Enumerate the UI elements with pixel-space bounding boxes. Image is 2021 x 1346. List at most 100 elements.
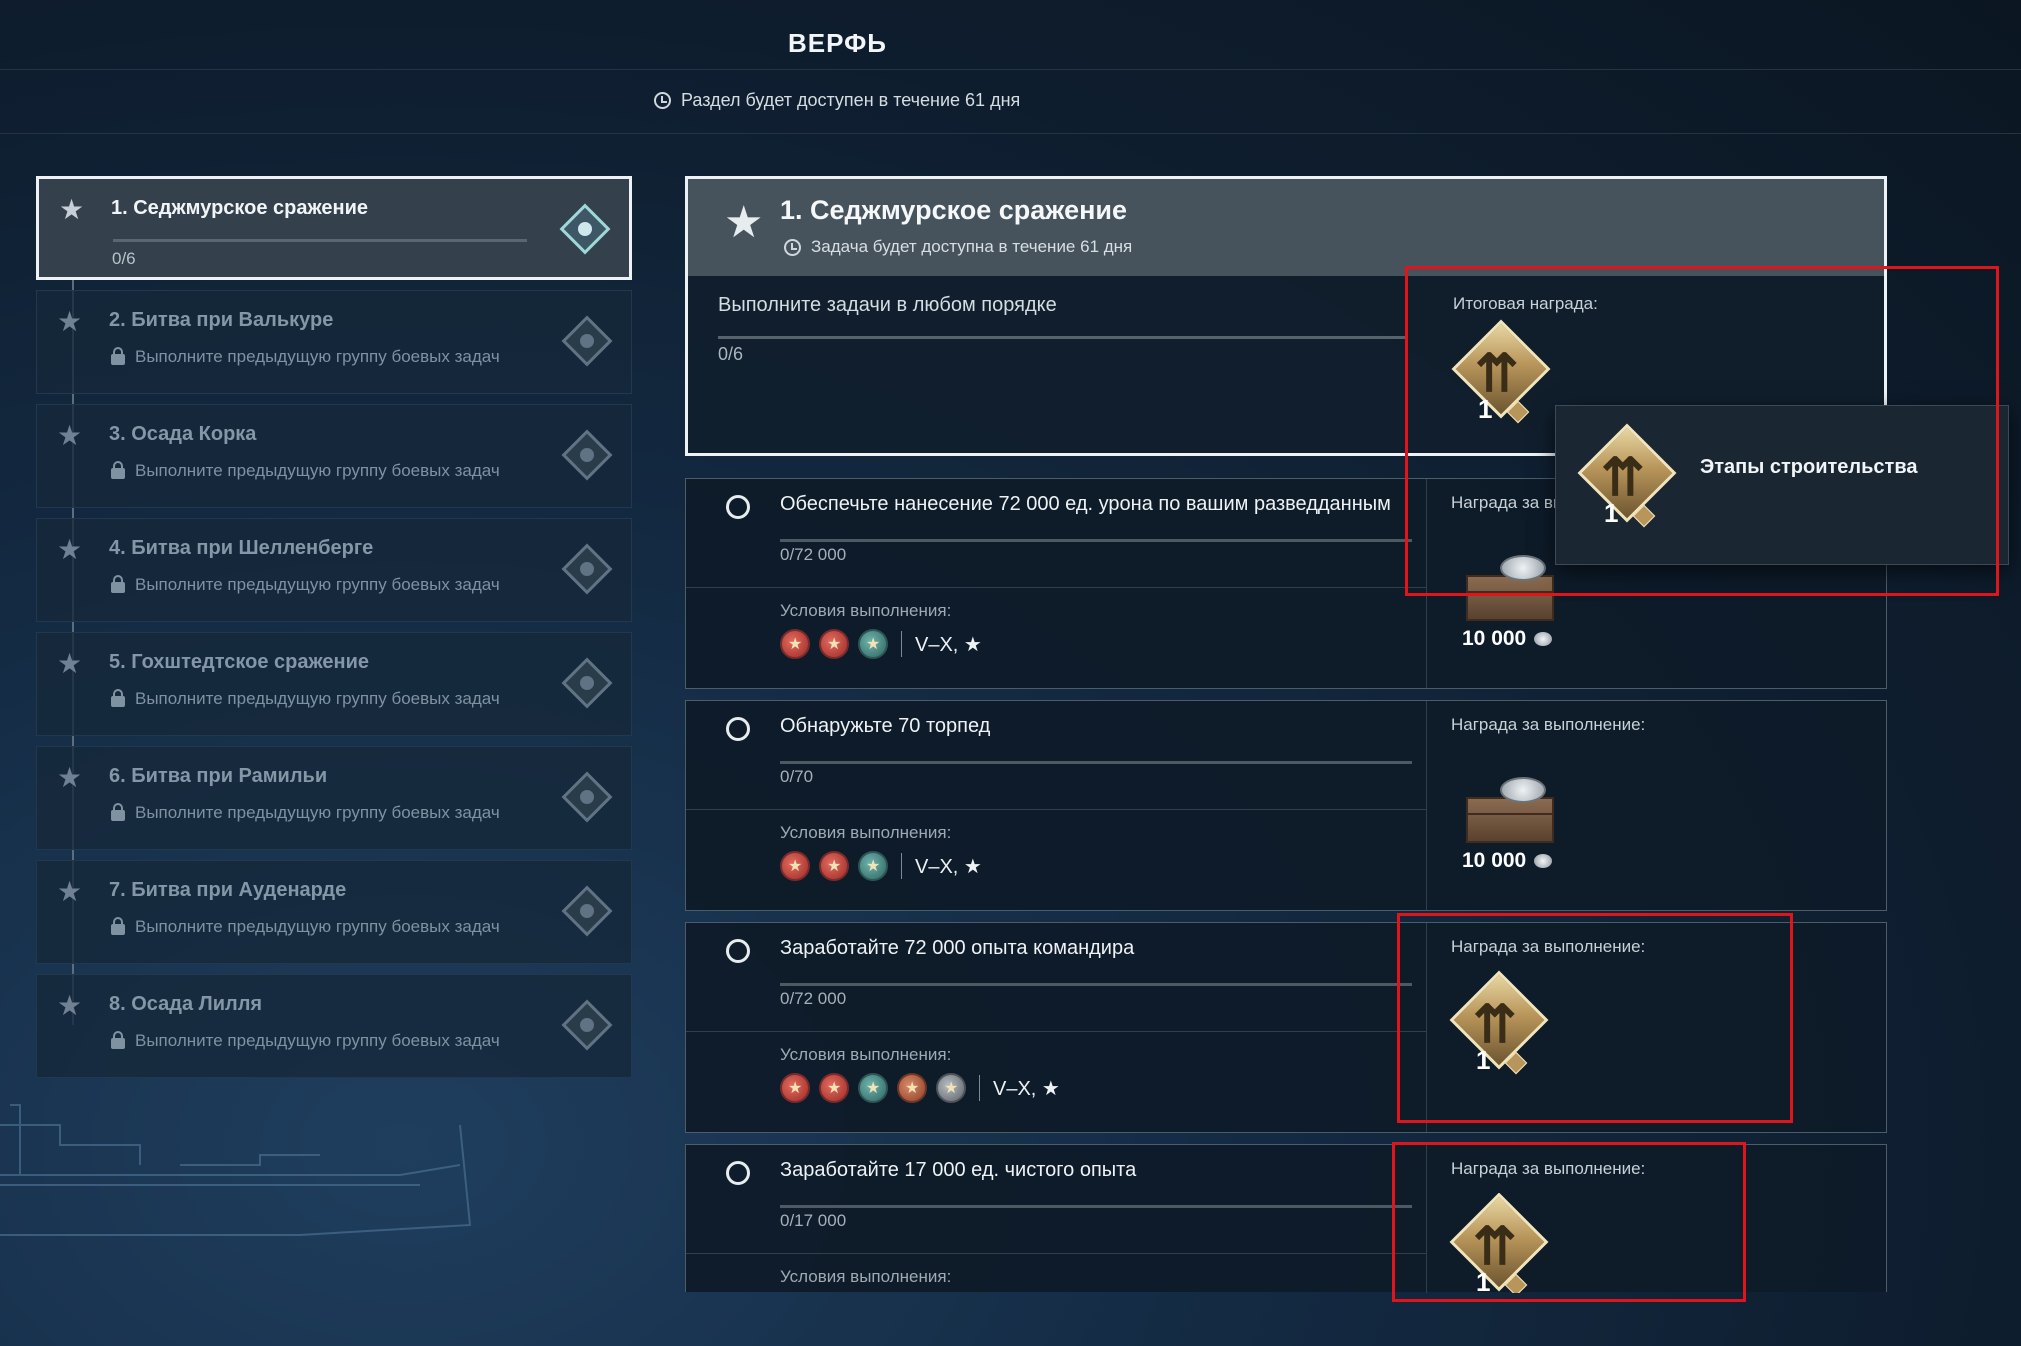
tier-range: V–X, ★ <box>993 1077 1060 1100</box>
task-progress-bar <box>780 1205 1412 1208</box>
stage-title: 5. Гохштедтское сражение <box>109 651 369 673</box>
stage-item-4[interactable]: ★ 4. Битва при Шелленберге Выполните пре… <box>36 518 632 622</box>
task-progress-text: 0/17 000 <box>780 1211 847 1230</box>
star-icon: ★ <box>59 194 85 225</box>
stage-title: 6. Битва при Рамильи <box>109 765 328 787</box>
star-icon: ★ <box>724 198 764 247</box>
stage-lock-text: Выполните предыдущую группу боевых задач <box>135 917 500 936</box>
stage-item-3[interactable]: ★ 3. Осада Корка Выполните предыдущую гр… <box>36 404 632 508</box>
star-icon: ★ <box>57 648 83 679</box>
lock-icon <box>111 461 125 479</box>
conditions-row: V–X, ★ <box>780 1073 1060 1103</box>
stage-progress-bar <box>113 239 527 242</box>
availability-text: Раздел будет доступен в течение 61 дня <box>681 90 1021 110</box>
stage-lock-text: Выполните предыдущую группу боевых задач <box>135 689 500 708</box>
stage-item-7[interactable]: ★ 7. Битва при Ауденарде Выполните преды… <box>36 860 632 964</box>
stage-lock-text: Выполните предыдущую группу боевых задач <box>135 575 500 594</box>
task-title: Заработайте 72 000 опыта командира <box>780 937 1135 959</box>
conditions-label: Условия выполнения: <box>780 601 952 620</box>
lock-icon <box>111 1031 125 1049</box>
task-card-2[interactable]: Обнаружьте 70 торпед 0/70 Условия выполн… <box>685 700 1887 911</box>
stage-lock-text: Выполните предыдущую группу боевых задач <box>135 347 500 366</box>
task-progress-text: 0/70 <box>780 767 814 786</box>
detail-header: ★ 1. Седжмурское сражение Задача будет д… <box>685 176 1887 276</box>
lock-icon <box>111 917 125 935</box>
stage-item-8[interactable]: ★ 8. Осада Лилля Выполните предыдущую гр… <box>36 974 632 1078</box>
stage-title: 1. Седжмурское сражение <box>111 197 369 219</box>
task-title: Заработайте 17 000 ед. чистого опыта <box>780 1159 1137 1181</box>
clock-icon <box>654 92 671 109</box>
star-icon: ★ <box>57 306 83 337</box>
cruiser-icon <box>819 629 849 659</box>
silver-crate-icon[interactable]: 10 000 <box>1456 759 1566 872</box>
star-icon: ★ <box>57 420 83 451</box>
lock-icon <box>111 575 125 593</box>
star-icon: ★ <box>57 876 83 907</box>
cruiser-icon <box>819 1073 849 1103</box>
conditions-row: V–X, ★ <box>780 851 982 881</box>
cruiser-icon <box>819 851 849 881</box>
stage-diamond-icon <box>561 657 613 709</box>
stage-title: 2. Битва при Валькуре <box>109 309 334 331</box>
battleship-icon <box>858 851 888 881</box>
battleship-icon <box>858 1073 888 1103</box>
conditions-label: Условия выполнения: <box>780 823 952 842</box>
conditions-label: Условия выполнения: <box>780 1045 952 1064</box>
detail-subtitle: Задача будет доступна в течение 61 дня <box>811 237 1133 256</box>
availability-notice: Раздел будет доступен в течение 61 дня <box>654 90 1020 111</box>
stage-item-2[interactable]: ★ 2. Битва при Валькуре Выполните предыд… <box>36 290 632 394</box>
silver-coin-icon <box>1534 854 1553 869</box>
page-title: ВЕРФЬ <box>788 28 887 58</box>
star-icon: ★ <box>57 990 83 1021</box>
reward-amount: 10 000 <box>1462 627 1527 650</box>
conditions-row: V–X, ★ <box>780 629 982 659</box>
stage-item-6[interactable]: ★ 6. Битва при Рамильи Выполните предыду… <box>36 746 632 850</box>
stage-lock-text: Выполните предыдущую группу боевых задач <box>135 1031 500 1050</box>
top-bar: ВЕРФЬ <box>0 0 2021 70</box>
task-radio <box>726 717 750 741</box>
task-progress-text: 0/72 000 <box>780 545 847 564</box>
stage-diamond-icon <box>559 203 611 255</box>
task-radio <box>726 495 750 519</box>
destroyer-icon <box>780 851 810 881</box>
aircraft-carrier-icon <box>936 1073 966 1103</box>
task-progress-bar <box>780 761 1412 764</box>
stage-diamond-icon <box>561 999 613 1051</box>
task-title: Обнаружьте 70 торпед <box>780 715 991 737</box>
battleship-icon <box>858 629 888 659</box>
stage-diamond-icon <box>561 543 613 595</box>
destroyer-icon <box>780 1073 810 1103</box>
ship-silhouette-decoration <box>0 1104 472 1236</box>
reward-amount: 10 000 <box>1462 849 1527 872</box>
detail-instruction: Выполните задачи в любом порядке <box>718 294 1057 316</box>
task-radio <box>726 939 750 963</box>
stage-progress-text: 0/6 <box>112 249 136 268</box>
lock-icon <box>111 689 125 707</box>
stage-diamond-icon <box>561 429 613 481</box>
lock-icon <box>111 803 125 821</box>
destroyer-icon <box>780 629 810 659</box>
submarine-icon <box>897 1073 927 1103</box>
task-radio <box>726 1161 750 1185</box>
stage-title: 8. Осада Лилля <box>109 993 263 1015</box>
conditions-label: Условия выполнения: <box>780 1267 952 1286</box>
stage-diamond-icon <box>561 885 613 937</box>
reward-label: Награда за выполнение: <box>1451 715 1646 734</box>
stage-diamond-icon <box>561 771 613 823</box>
stage-lock-text: Выполните предыдущую группу боевых задач <box>135 803 500 822</box>
lock-icon <box>111 347 125 365</box>
task-title: Обеспечьте нанесение 72 000 ед. урона по… <box>780 493 1391 515</box>
silver-coin-icon <box>1534 632 1553 647</box>
stage-title: 3. Осада Корка <box>109 423 257 445</box>
task-progress-bar <box>780 983 1412 986</box>
detail-progress-bar <box>718 336 1408 339</box>
clock-icon <box>784 238 801 256</box>
highlight-box-task-4-reward <box>1392 1142 1746 1302</box>
detail-progress-text: 0/6 <box>718 344 744 364</box>
stage-diamond-icon <box>561 315 613 367</box>
detail-title: 1. Седжмурское сражение <box>780 195 1128 225</box>
star-icon: ★ <box>57 534 83 565</box>
stage-item-1[interactable]: ★ 1. Седжмурское сражение 0/6 <box>36 176 632 280</box>
stage-item-5[interactable]: ★ 5. Гохштедтское сражение Выполните пре… <box>36 632 632 736</box>
stage-list: ★ 1. Седжмурское сражение 0/6 ★ 2. Битва… <box>36 176 632 1088</box>
